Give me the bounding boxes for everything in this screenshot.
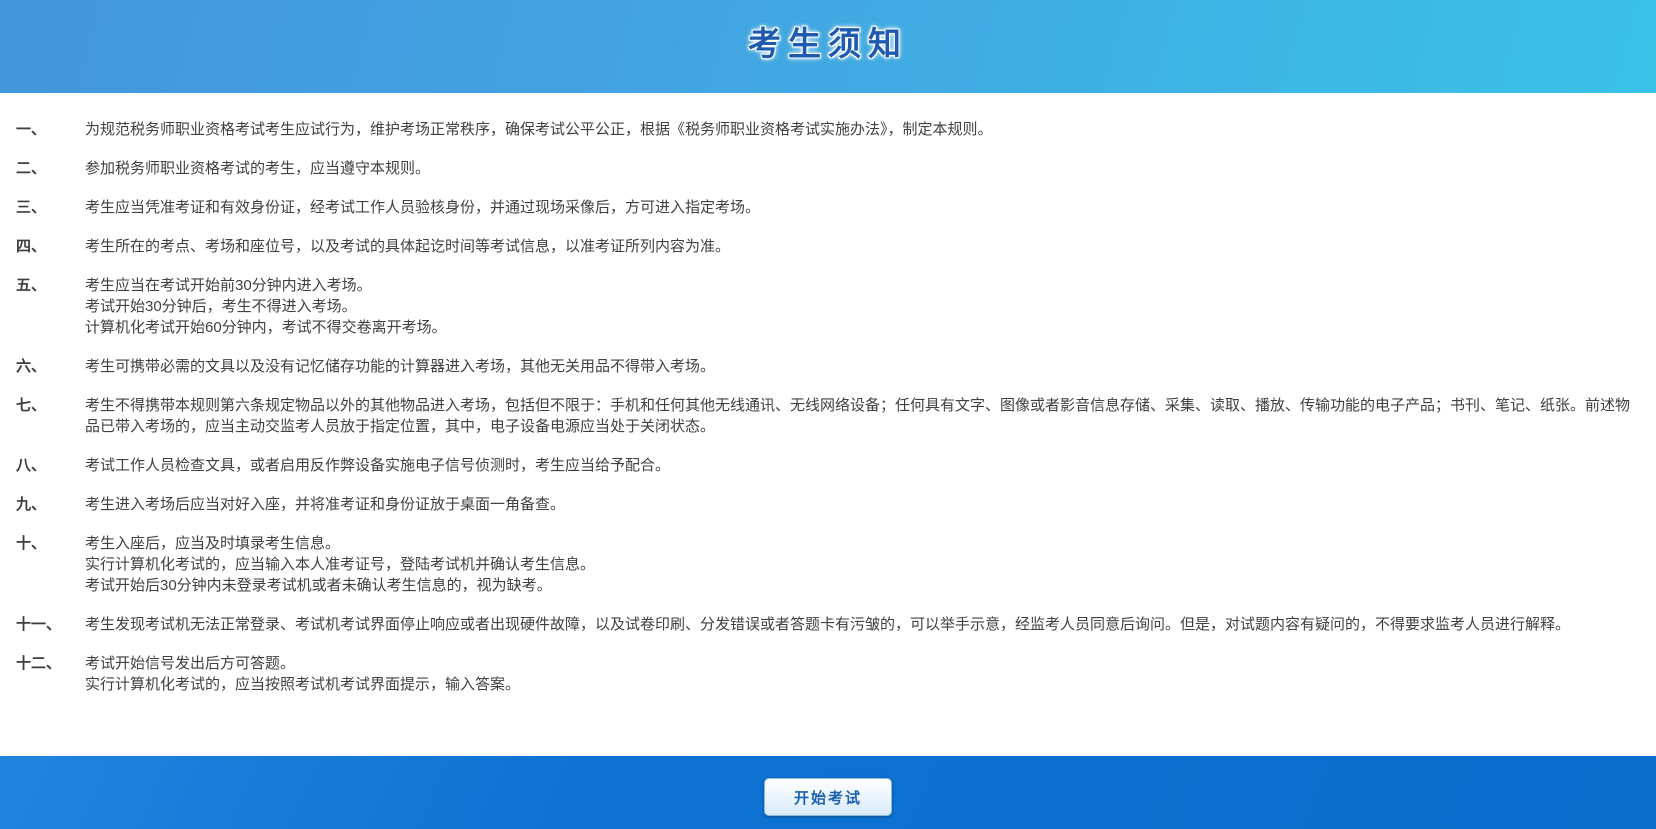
- notice-item-text: 考生应当凭准考证和有效身份证，经考试工作人员验核身份，并通过现场采像后，方可进入…: [85, 197, 1640, 218]
- notice-line: 考试开始信号发出后方可答题。: [85, 653, 1640, 674]
- notice-item: 五、 考生应当在考试开始前30分钟内进入考场。考试开始30分钟后，考生不得进入考…: [16, 275, 1640, 338]
- notice-item: 三、 考生应当凭准考证和有效身份证，经考试工作人员验核身份，并通过现场采像后，方…: [16, 197, 1640, 218]
- notice-line: 计算机化考试开始60分钟内，考试不得交卷离开考场。: [85, 317, 1640, 338]
- notice-item: 十一、 考生发现考试机无法正常登录、考试机考试界面停止响应或者出现硬件故障，以及…: [16, 614, 1640, 635]
- notice-item: 八、 考试工作人员检查文具，或者启用反作弊设备实施电子信号侦测时，考生应当给予配…: [16, 455, 1640, 476]
- notice-item-text: 考试开始信号发出后方可答题。实行计算机化考试的，应当按照考试机考试界面提示，输入…: [85, 653, 1640, 695]
- notice-content: 一、 为规范税务师职业资格考试考生应试行为，维护考场正常秩序，确保考试公平公正，…: [0, 93, 1656, 695]
- notice-item-text: 为规范税务师职业资格考试考生应试行为，维护考场正常秩序，确保考试公平公正，根据《…: [85, 119, 1640, 140]
- notice-item: 一、 为规范税务师职业资格考试考生应试行为，维护考场正常秩序，确保考试公平公正，…: [16, 119, 1640, 140]
- notice-line: 考生应当在考试开始前30分钟内进入考场。: [85, 275, 1640, 296]
- notice-item-text: 参加税务师职业资格考试的考生，应当遵守本规则。: [85, 158, 1640, 179]
- notice-item-number: 六、: [16, 356, 85, 377]
- notice-line: 考生不得携带本规则第六条规定物品以外的其他物品进入考场，包括但不限于：手机和任何…: [85, 395, 1640, 437]
- notice-item-number: 二、: [16, 158, 85, 179]
- notice-item-text: 考生所在的考点、考场和座位号，以及考试的具体起讫时间等考试信息，以准考证所列内容…: [85, 236, 1640, 257]
- notice-item-text: 考生可携带必需的文具以及没有记忆储存功能的计算器进入考场，其他无关用品不得带入考…: [85, 356, 1640, 377]
- notice-item-text: 考生不得携带本规则第六条规定物品以外的其他物品进入考场，包括但不限于：手机和任何…: [85, 395, 1640, 437]
- notice-line: 考生可携带必需的文具以及没有记忆储存功能的计算器进入考场，其他无关用品不得带入考…: [85, 356, 1640, 377]
- notice-line: 实行计算机化考试的，应当输入本人准考证号，登陆考试机并确认考生信息。: [85, 554, 1640, 575]
- notice-item: 七、 考生不得携带本规则第六条规定物品以外的其他物品进入考场，包括但不限于：手机…: [16, 395, 1640, 437]
- notice-item: 九、 考生进入考场后应当对好入座，并将准考证和身份证放于桌面一角备查。: [16, 494, 1640, 515]
- notice-item-number: 九、: [16, 494, 85, 515]
- notice-line: 考试开始30分钟后，考生不得进入考场。: [85, 296, 1640, 317]
- notice-line: 考试开始后30分钟内未登录考试机或者未确认考生信息的，视为缺考。: [85, 575, 1640, 596]
- notice-item-number: 四、: [16, 236, 85, 257]
- notice-item-number: 十、: [16, 533, 85, 596]
- notice-item-number: 三、: [16, 197, 85, 218]
- notice-line: 考生进入考场后应当对好入座，并将准考证和身份证放于桌面一角备查。: [85, 494, 1640, 515]
- page-title: 考生须知: [748, 17, 908, 65]
- notice-line: 考生所在的考点、考场和座位号，以及考试的具体起讫时间等考试信息，以准考证所列内容…: [85, 236, 1640, 257]
- notice-line: 考生发现考试机无法正常登录、考试机考试界面停止响应或者出现硬件故障，以及试卷印刷…: [85, 614, 1640, 635]
- notice-item-number: 十二、: [16, 653, 85, 695]
- notice-item-number: 五、: [16, 275, 85, 338]
- notice-item: 四、 考生所在的考点、考场和座位号，以及考试的具体起讫时间等考试信息，以准考证所…: [16, 236, 1640, 257]
- notice-item-number: 十一、: [16, 614, 85, 635]
- notice-line: 实行计算机化考试的，应当按照考试机考试界面提示，输入答案。: [85, 674, 1640, 695]
- start-exam-button[interactable]: 开始考试: [764, 778, 892, 816]
- notice-line: 考生入座后，应当及时填录考生信息。: [85, 533, 1640, 554]
- notice-list: 一、 为规范税务师职业资格考试考生应试行为，维护考场正常秩序，确保考试公平公正，…: [16, 119, 1640, 695]
- notice-item-text: 考生应当在考试开始前30分钟内进入考场。考试开始30分钟后，考生不得进入考场。计…: [85, 275, 1640, 338]
- notice-line: 为规范税务师职业资格考试考生应试行为，维护考场正常秩序，确保考试公平公正，根据《…: [85, 119, 1640, 140]
- notice-item-text: 考生发现考试机无法正常登录、考试机考试界面停止响应或者出现硬件故障，以及试卷印刷…: [85, 614, 1640, 635]
- notice-item: 二、 参加税务师职业资格考试的考生，应当遵守本规则。: [16, 158, 1640, 179]
- footer-bar: 开始考试: [0, 756, 1656, 829]
- notice-line: 考试工作人员检查文具，或者启用反作弊设备实施电子信号侦测时，考生应当给予配合。: [85, 455, 1640, 476]
- notice-line: 考生应当凭准考证和有效身份证，经考试工作人员验核身份，并通过现场采像后，方可进入…: [85, 197, 1640, 218]
- header-banner: 考生须知: [0, 0, 1656, 93]
- notice-item-number: 一、: [16, 119, 85, 140]
- notice-item-text: 考试工作人员检查文具，或者启用反作弊设备实施电子信号侦测时，考生应当给予配合。: [85, 455, 1640, 476]
- notice-item-text: 考生入座后，应当及时填录考生信息。实行计算机化考试的，应当输入本人准考证号，登陆…: [85, 533, 1640, 596]
- notice-item: 十二、 考试开始信号发出后方可答题。实行计算机化考试的，应当按照考试机考试界面提…: [16, 653, 1640, 695]
- notice-item-number: 八、: [16, 455, 85, 476]
- notice-item-number: 七、: [16, 395, 85, 437]
- notice-item: 六、 考生可携带必需的文具以及没有记忆储存功能的计算器进入考场，其他无关用品不得…: [16, 356, 1640, 377]
- notice-line: 参加税务师职业资格考试的考生，应当遵守本规则。: [85, 158, 1640, 179]
- notice-item-text: 考生进入考场后应当对好入座，并将准考证和身份证放于桌面一角备查。: [85, 494, 1640, 515]
- notice-item: 十、 考生入座后，应当及时填录考生信息。实行计算机化考试的，应当输入本人准考证号…: [16, 533, 1640, 596]
